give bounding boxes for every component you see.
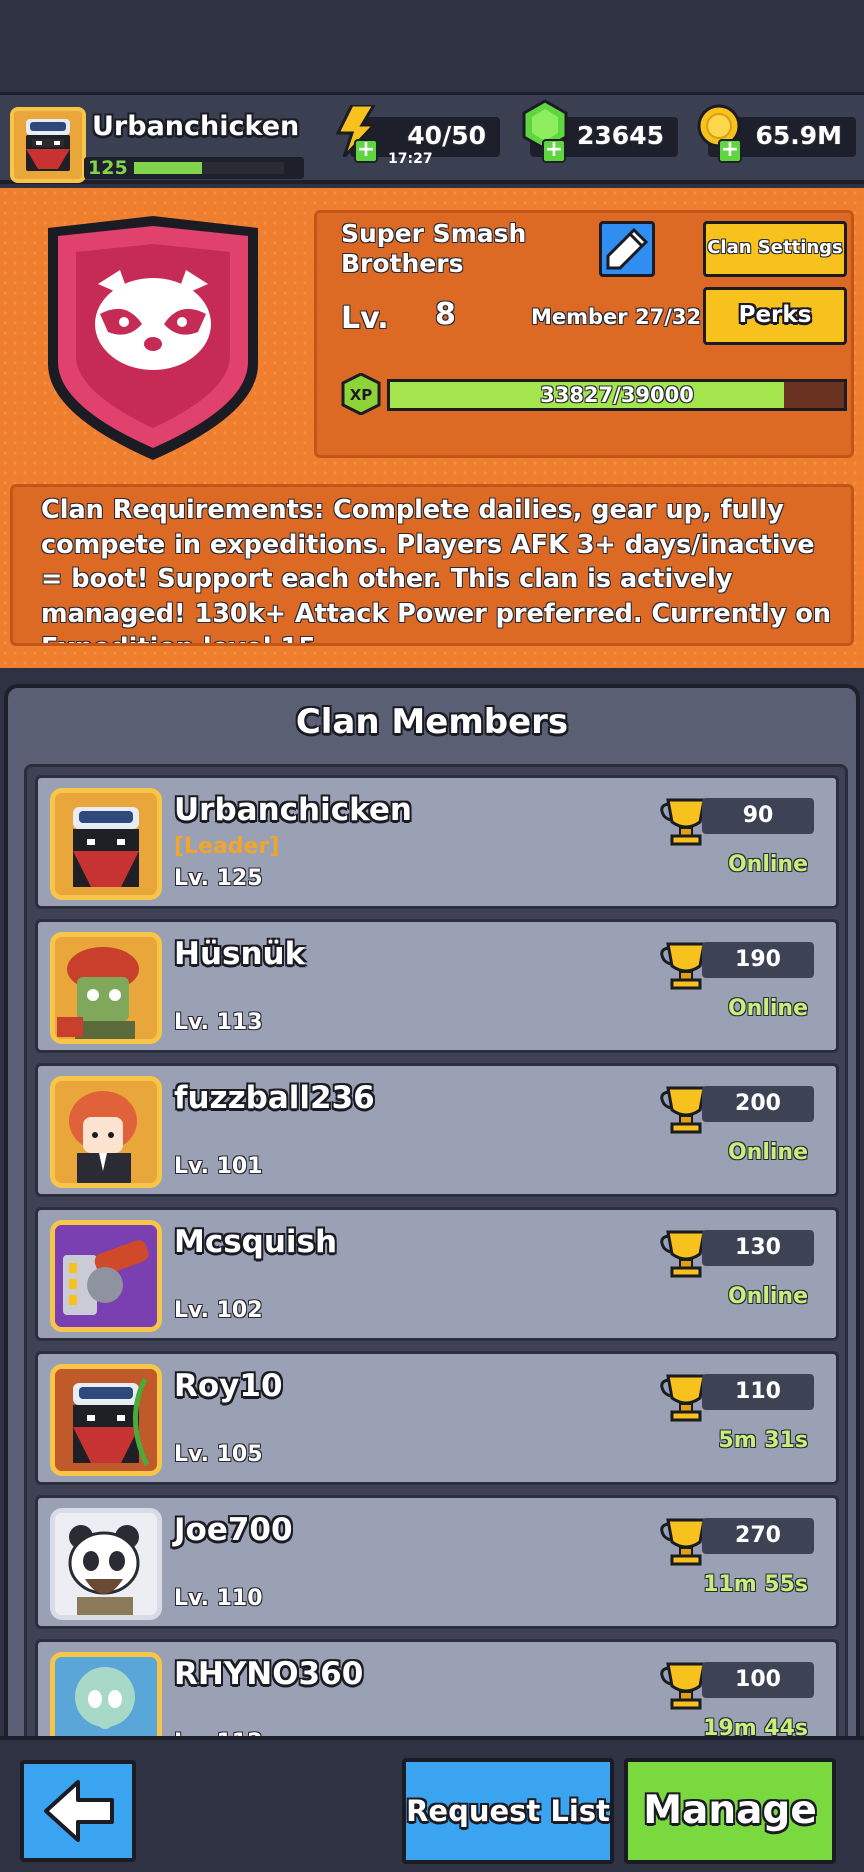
member-score-box: 100 [702,1662,814,1698]
xp-icon-label: XP [350,386,373,404]
cannon-avatar-icon [55,1225,157,1327]
member-score: 270 [735,1523,781,1548]
member-score-box: 200 [702,1086,814,1122]
add-gems-button[interactable]: + [542,139,566,163]
member-row[interactable]: Urbanchicken [Leader] Lv. 125 90 Online [35,775,839,909]
member-score-box: 190 [702,942,814,978]
manage-button[interactable]: Manage [624,1758,836,1864]
member-avatar [50,1652,162,1740]
player-xp-fill [134,162,202,174]
clan-level-value: 8 [435,297,456,332]
member-avatar [50,1076,162,1188]
clan-settings-button[interactable]: Clan Settings [703,221,847,277]
add-energy-button[interactable]: + [354,139,378,163]
member-avatar [50,1364,162,1476]
panda-avatar-icon [55,1513,157,1615]
member-row[interactable]: Roy10 Lv. 105 110 5m 31s [35,1351,839,1485]
clan-xp-bar: 33827/39000 [387,379,847,411]
perks-button[interactable]: Perks [703,287,847,345]
clan-level-label: Lv. [341,301,389,336]
member-avatar [50,788,162,900]
member-role: [Leader] [174,834,280,859]
member-name: RHYNO360 [174,1656,364,1692]
member-score: 100 [735,1667,781,1692]
clan-members-panel: Clan Members Urbanchicken [Leader] Lv. 1… [4,684,860,1744]
top-bar: Urbanchicken 125 40/50 + 17:27 23645 + 6… [0,92,864,184]
member-status: 11m 55s [703,1572,808,1597]
member-row[interactable]: fuzzball236 Lv. 101 200 Online [35,1063,839,1197]
clan-xp-text: 33827/39000 [540,383,694,407]
member-name: Mcsquish [174,1224,338,1260]
clan-info-panel: Super Smash Brothers Clan Settings Lv. 8… [314,210,854,458]
member-name: fuzzball236 [174,1080,375,1116]
player-avatar[interactable] [10,107,86,183]
energy-value: 40/50 [407,121,486,150]
member-row[interactable]: Mcsquish Lv. 102 130 Online [35,1207,839,1341]
member-status: Online [727,996,808,1021]
member-level: Lv. 101 [174,1154,263,1179]
member-row[interactable]: Joe700 Lv. 110 270 11m 55s [35,1495,839,1629]
clan-name: Super Smash Brothers [341,219,527,278]
member-score-box: 130 [702,1230,814,1266]
member-score: 110 [735,1379,781,1404]
energy-timer: 17:27 [388,151,433,167]
redhead-avatar-icon [55,1081,157,1183]
member-level: Lv. 102 [174,1298,263,1323]
member-score-box: 110 [702,1374,814,1410]
member-name: Joe700 [174,1512,293,1548]
xp-badge-icon: XP [341,373,381,415]
member-score: 130 [735,1235,781,1260]
member-status: Online [727,1140,808,1165]
player-level-bar: 125 [84,157,304,179]
ninja-avatar-icon [14,111,82,179]
member-score: 190 [735,947,781,972]
member-score: 200 [735,1091,781,1116]
player-name: Urbanchicken [92,111,300,142]
member-level: Lv. 125 [174,866,263,891]
request-list-button[interactable]: Request List [402,1758,614,1864]
member-count: Member 27/32 [531,305,702,329]
member-avatar [50,1508,162,1620]
member-level: Lv. 110 [174,1586,263,1611]
bottom-bar: Request List Manage [0,1736,864,1872]
player-level: 125 [88,157,128,179]
player-xp-bar [134,162,284,174]
member-name: Hüsnük [174,936,306,972]
ninja-avatar-icon [55,1369,157,1471]
clan-requirements-panel[interactable]: Clan Requirements: Complete dailies, gea… [10,484,854,646]
clan-members-title: Clan Members [295,702,569,742]
member-avatar [50,1220,162,1332]
member-row[interactable]: Hüsnük Lv. 113 190 Online [35,919,839,1053]
member-name: Urbanchicken [174,792,412,828]
member-row[interactable]: RHYNO360 Lv. 112 100 19m 44s [35,1639,839,1740]
member-name: Roy10 [174,1368,283,1404]
edit-clan-button[interactable] [599,221,655,277]
zombie-soldier-avatar-icon [55,937,157,1039]
member-avatar [50,932,162,1044]
member-status: Online [727,852,808,877]
raccoon-emblem-icon [48,216,258,460]
members-list[interactable]: Urbanchicken [Leader] Lv. 125 90 Online [24,764,848,1740]
clan-requirements-text: Clan Requirements: Complete dailies, gea… [41,495,832,643]
member-score-box: 90 [702,798,814,834]
coins-value: 65.9M [755,121,842,150]
member-status: 5m 31s [718,1428,808,1453]
member-level: Lv. 105 [174,1442,263,1467]
squid-avatar-icon [55,1657,157,1740]
back-arrow-icon [44,1780,114,1842]
back-button[interactable] [20,1760,136,1862]
pencil-icon [606,227,649,270]
status-bar-area [0,0,864,92]
add-coins-button[interactable]: + [718,139,742,163]
gems-value: 23645 [577,121,664,150]
member-status: Online [727,1284,808,1309]
ninja-avatar-icon [55,793,157,895]
member-score-box: 270 [702,1518,814,1554]
member-level: Lv. 113 [174,1010,263,1035]
member-score: 90 [742,803,774,828]
clan-header: Super Smash Brothers Clan Settings Lv. 8… [0,188,864,668]
